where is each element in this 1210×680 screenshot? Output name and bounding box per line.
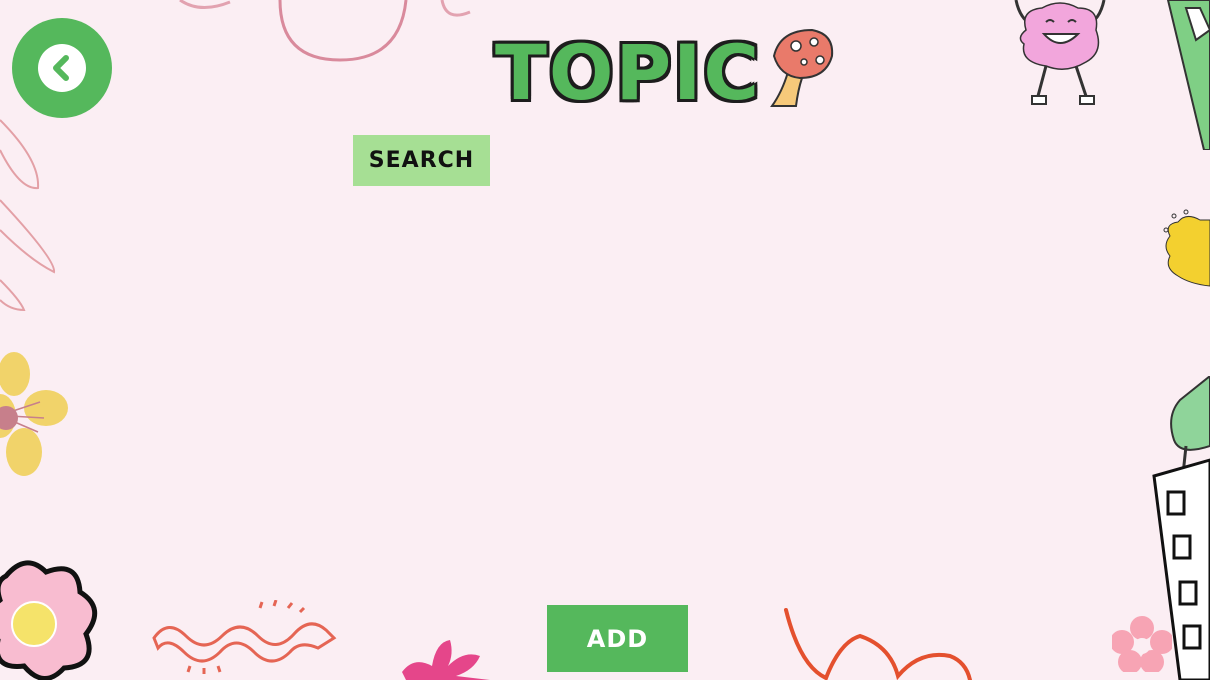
building-decoration <box>1152 376 1210 680</box>
squiggle-decoration <box>152 600 337 674</box>
search-button[interactable]: SEARCH <box>353 135 490 186</box>
pink-flower-decoration <box>0 560 98 680</box>
mushroom-illustration <box>770 28 834 107</box>
pencil-decoration <box>1166 0 1210 150</box>
page-title: TOPIC <box>495 28 762 117</box>
back-button[interactable] <box>12 18 112 118</box>
leaf-decoration <box>402 640 490 680</box>
pink-loop-decoration <box>179 0 471 62</box>
curve-decoration <box>784 608 972 680</box>
pink-monster-decoration <box>1014 0 1106 105</box>
chevron-left-icon <box>53 55 69 81</box>
yellow-flower-right-decoration <box>1163 209 1210 287</box>
add-button[interactable]: ADD <box>547 605 688 672</box>
swirl-lines-decoration <box>0 119 56 312</box>
yellow-flower-decoration <box>0 352 68 476</box>
back-button-circle <box>38 44 86 92</box>
search-input[interactable] <box>496 140 700 182</box>
